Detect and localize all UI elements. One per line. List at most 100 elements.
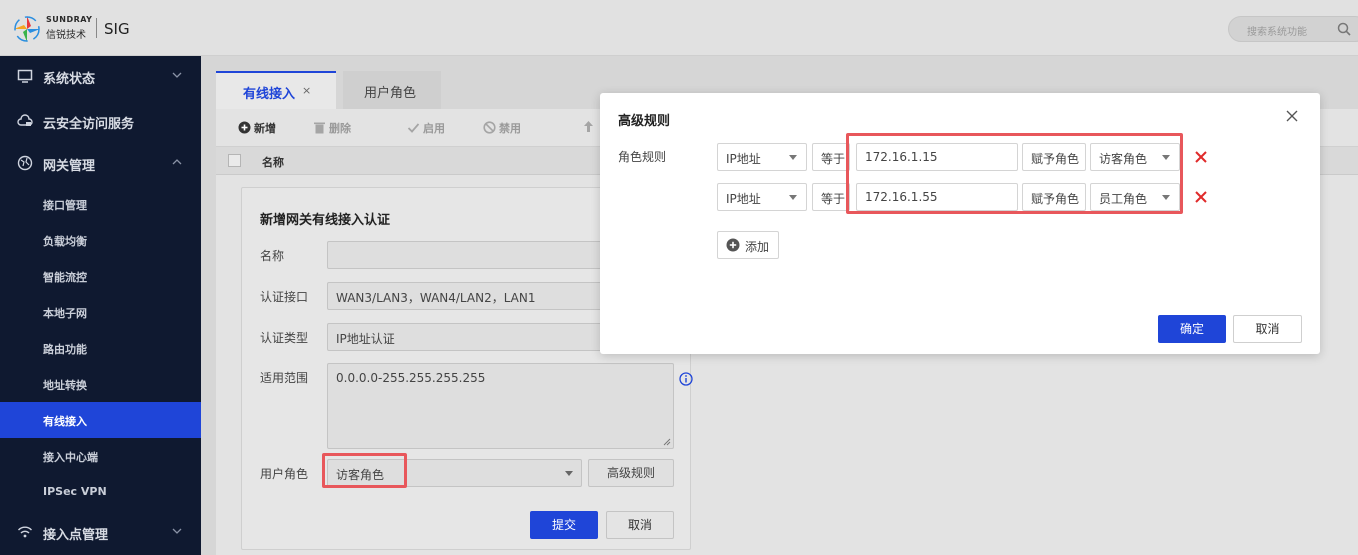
sidebar-item-interface[interactable]: 接口管理: [0, 186, 201, 222]
dialog-title: 高级规则: [618, 114, 671, 129]
search-input[interactable]: 搜索系统功能: [1247, 23, 1307, 38]
chevron-down-icon: [172, 528, 182, 534]
resize-handle-icon[interactable]: [663, 438, 671, 446]
highlight-box: [846, 133, 1183, 214]
advanced-rules-button[interactable]: 高级规则: [588, 459, 674, 487]
auth-interface-value: WAN3/LAN3，WAN4/LAN2，LAN1: [336, 291, 536, 305]
tab-wired-access[interactable]: 有线接入 ×: [216, 71, 336, 109]
wifi-icon: [17, 526, 33, 538]
brand-divider: [96, 18, 97, 38]
sidebar-item-label: 接口管理: [43, 199, 87, 212]
delete-rule-icon[interactable]: [1194, 190, 1208, 204]
sidebar-item-label: IPSec VPN: [43, 485, 107, 498]
sidebar-group-label: 云安全访问服务: [43, 117, 135, 132]
sidebar: 系统状态 云安全访问服务 网关管理 接口管理 负载均衡 智能流控 本地子网 路由…: [0, 56, 201, 555]
caret-down-icon: [789, 195, 797, 200]
sidebar-item-flow-control[interactable]: 智能流控: [0, 258, 201, 294]
chevron-up-icon: [172, 159, 182, 165]
rule-operator-select[interactable]: 等于: [812, 143, 850, 171]
trash-icon: [314, 122, 325, 134]
sidebar-item-local-subnet[interactable]: 本地子网: [0, 294, 201, 330]
sidebar-item-label: 路由功能: [43, 343, 87, 356]
disable-button[interactable]: 禁用: [483, 120, 521, 136]
enable-button-label: 启用: [423, 122, 445, 135]
sidebar-item-label: 接入中心端: [43, 451, 98, 464]
rule-field-select[interactable]: IP地址: [717, 143, 807, 171]
name-label: 名称: [260, 249, 285, 263]
form-title: 新增网关有线接入认证: [260, 213, 391, 228]
sidebar-group-label: 接入点管理: [43, 528, 109, 543]
sidebar-item-access-center[interactable]: 接入中心端: [0, 438, 201, 474]
scope-value: 0.0.0.0-255.255.255.255: [336, 371, 486, 385]
brand-name-cn: 信锐技术: [46, 30, 86, 41]
auth-type-label: 认证类型: [260, 331, 309, 345]
highlight-box: [322, 453, 407, 488]
arrow-up-icon: [584, 121, 593, 132]
add-rule-button[interactable]: 添加: [717, 231, 779, 259]
form-cancel-button[interactable]: 取消: [606, 511, 674, 539]
auth-type-value: IP地址认证: [336, 332, 395, 346]
plus-circle-icon: [238, 121, 251, 134]
select-all-checkbox[interactable]: [228, 154, 241, 167]
sidebar-group-label: 网关管理: [43, 159, 96, 174]
sidebar-group-label: 系统状态: [43, 72, 96, 87]
sidebar-item-label: 有线接入: [43, 415, 87, 428]
sidebar-group-system-status[interactable]: 系统状态: [0, 56, 201, 96]
sidebar-group-cloud-security[interactable]: 云安全访问服务: [0, 101, 201, 141]
tab-user-role[interactable]: 用户角色: [343, 71, 441, 109]
globe-icon: [17, 155, 33, 171]
rule-operator-select[interactable]: 等于: [812, 183, 850, 211]
sidebar-item-ipsec-vpn[interactable]: IPSec VPN: [0, 474, 201, 510]
brand-name-en: SUNDRAY: [46, 15, 93, 24]
rule-field-select[interactable]: IP地址: [717, 183, 807, 211]
sidebar-item-nat[interactable]: 地址转换: [0, 366, 201, 402]
sidebar-item-wired-access[interactable]: 有线接入: [0, 402, 201, 438]
sundray-logo-icon: [14, 16, 40, 42]
sidebar-item-load-balance[interactable]: 负载均衡: [0, 222, 201, 258]
caret-down-icon: [565, 471, 573, 476]
enable-button[interactable]: 启用: [407, 120, 445, 136]
add-button[interactable]: 新增: [238, 120, 276, 136]
ban-icon: [483, 121, 496, 134]
user-role-label: 用户角色: [260, 467, 309, 481]
product-name: SIG: [104, 20, 130, 38]
plus-circle-icon: [726, 238, 740, 252]
add-button-label: 新增: [254, 122, 276, 135]
search-box[interactable]: 搜索系统功能: [1228, 16, 1358, 42]
top-bar: SUNDRAY 信锐技术 SIG 搜索系统功能: [0, 0, 1358, 56]
dialog-cancel-button[interactable]: 取消: [1233, 315, 1302, 343]
caret-down-icon: [789, 155, 797, 160]
sidebar-item-label: 地址转换: [43, 379, 87, 392]
chevron-down-icon: [172, 72, 182, 78]
tab-label: 有线接入: [243, 87, 296, 102]
rule-operator-value: 等于: [821, 152, 846, 166]
rule-field-value: IP地址: [726, 152, 761, 166]
info-icon[interactable]: [679, 372, 693, 386]
check-icon: [407, 123, 420, 133]
sidebar-item-label: 负载均衡: [43, 235, 87, 248]
auth-interface-label: 认证接口: [260, 290, 309, 304]
scope-textarea[interactable]: 0.0.0.0-255.255.255.255: [327, 363, 674, 449]
tab-label: 用户角色: [364, 86, 417, 101]
monitor-icon: [17, 69, 33, 83]
rule-operator-value: 等于: [821, 192, 846, 206]
close-icon[interactable]: [1285, 109, 1299, 123]
cloud-lock-icon: [17, 114, 33, 126]
sidebar-item-label: 本地子网: [43, 307, 87, 320]
search-icon[interactable]: [1337, 22, 1351, 36]
move-up-button[interactable]: [582, 120, 598, 134]
role-rule-label: 角色规则: [618, 150, 667, 164]
tab-close-icon[interactable]: ×: [302, 84, 311, 97]
column-header-name: 名称: [262, 156, 284, 169]
sidebar-group-gateway[interactable]: 网关管理: [0, 143, 201, 183]
submit-button[interactable]: 提交: [530, 511, 598, 539]
sidebar-group-ap-management[interactable]: 接入点管理: [0, 512, 201, 552]
delete-button[interactable]: 删除: [313, 120, 351, 136]
confirm-button[interactable]: 确定: [1158, 315, 1226, 343]
sidebar-item-routing[interactable]: 路由功能: [0, 330, 201, 366]
delete-rule-icon[interactable]: [1194, 150, 1208, 164]
advanced-rules-dialog: 高级规则 角色规则 IP地址 等于 172.16.1.15 赋予角色 访客角色 …: [600, 93, 1320, 354]
rule-field-value: IP地址: [726, 192, 761, 206]
sidebar-item-label: 智能流控: [43, 271, 87, 284]
scope-label: 适用范围: [260, 371, 309, 385]
